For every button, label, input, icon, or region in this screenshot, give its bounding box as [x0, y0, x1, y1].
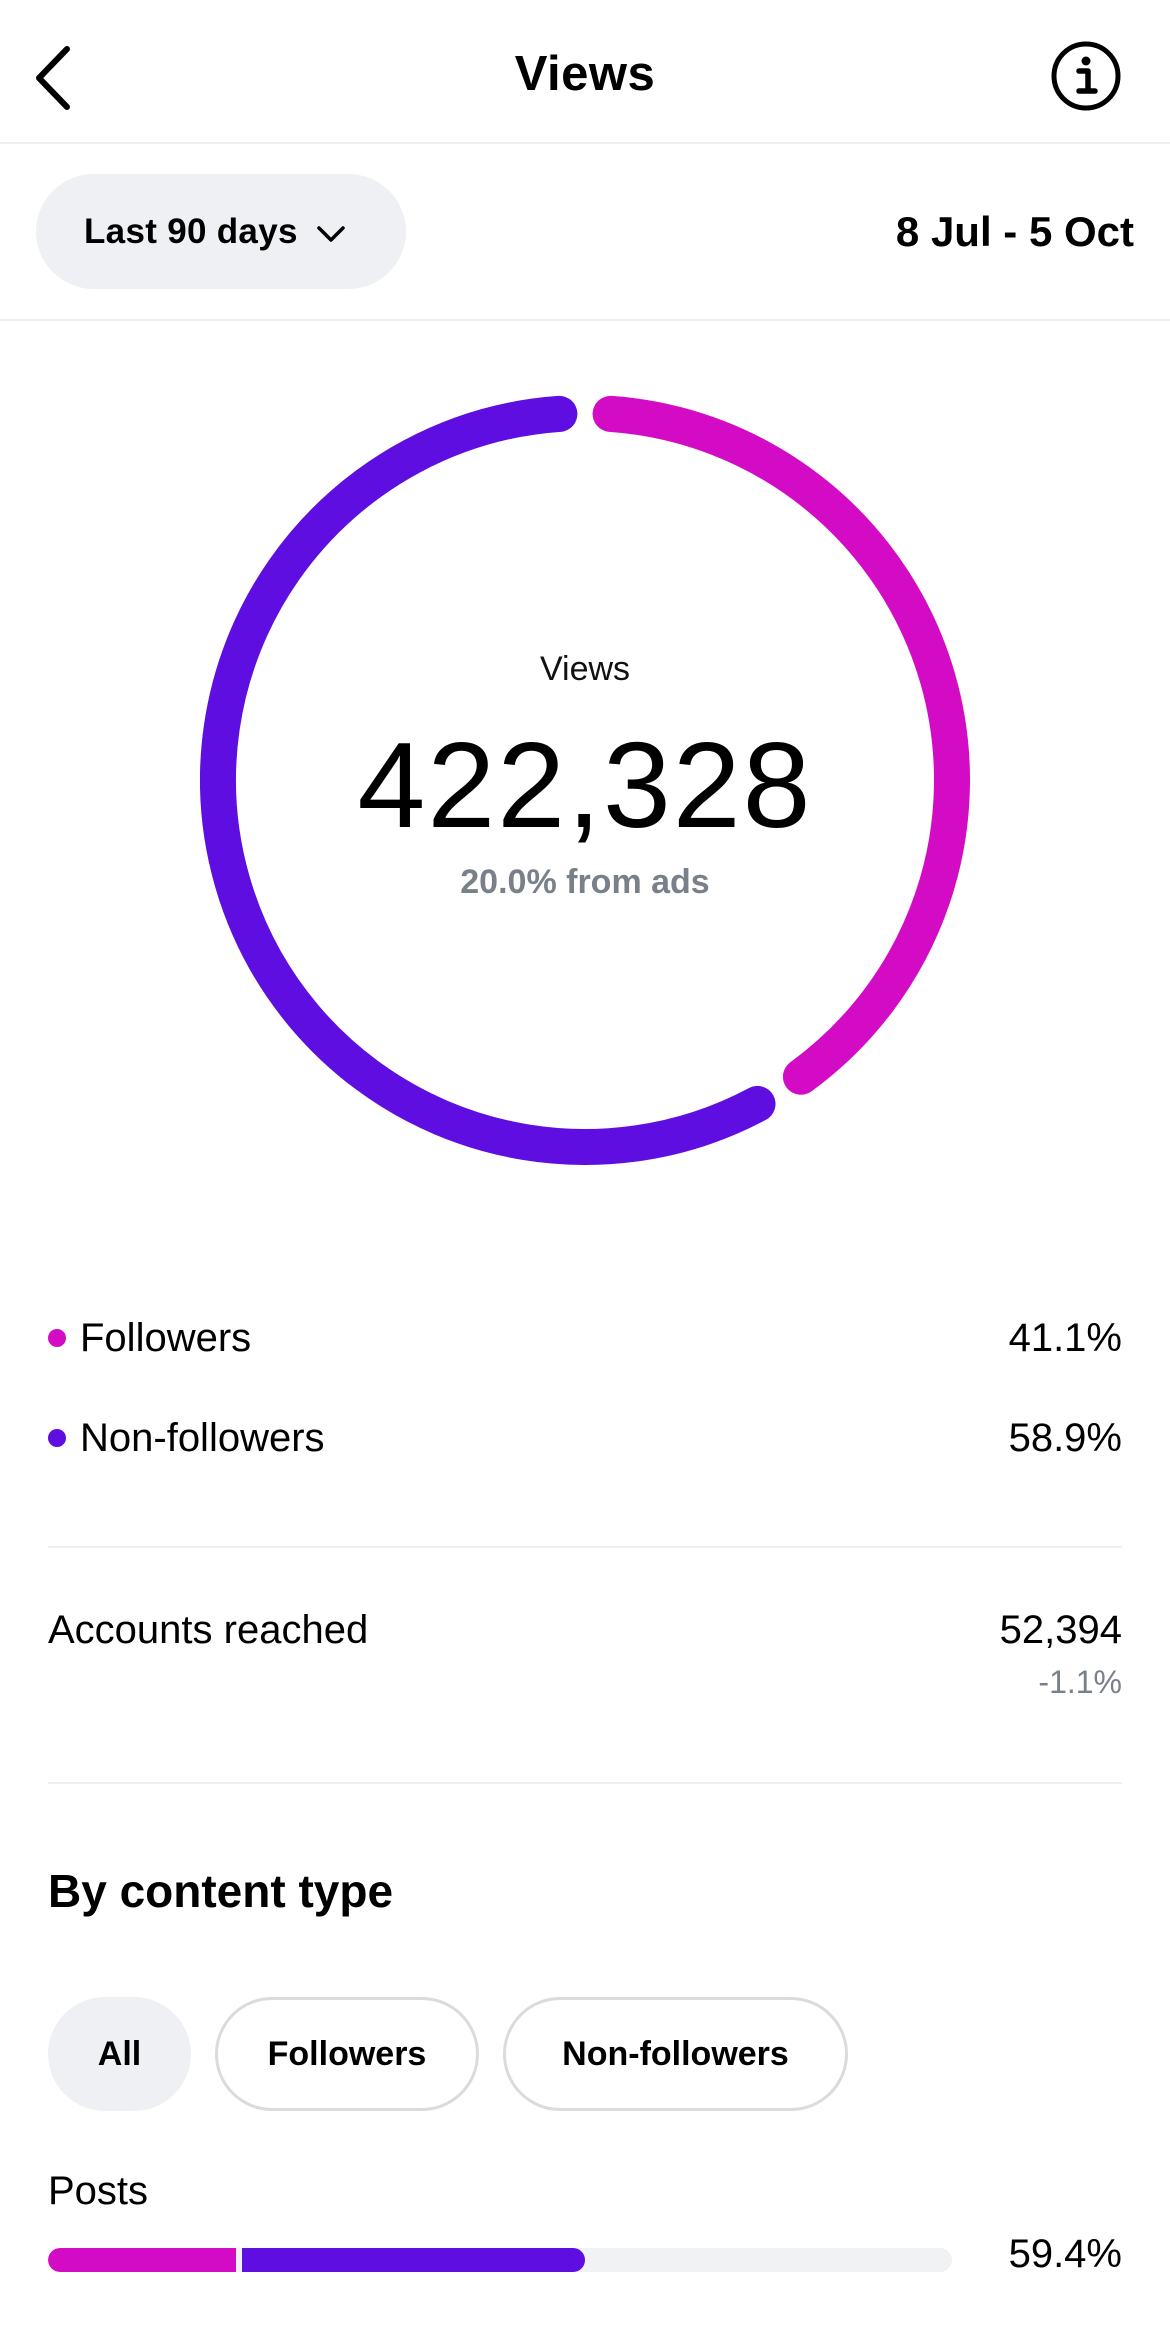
- top-bar: Views: [0, 0, 1170, 144]
- accounts-reached-label: Accounts reached: [48, 1608, 369, 1652]
- total-views-value: 422,328: [357, 717, 813, 853]
- date-range-dropdown-label: Last 90 days: [84, 211, 298, 251]
- accounts-reached-change: -1.1%: [1038, 1664, 1122, 1700]
- donut-center: Views 422,328 20.0% from ads: [200, 395, 970, 1165]
- posts-non-followers-segment: [242, 2248, 585, 2272]
- posts-bar: [48, 2248, 952, 2272]
- legend-value: 58.9%: [1008, 1415, 1122, 1460]
- posts-value: 59.4%: [1008, 2232, 1122, 2276]
- divider: [48, 1546, 1122, 1548]
- accounts-reached-value: 52,394: [999, 1608, 1122, 1652]
- legend-label: Non-followers: [80, 1415, 325, 1460]
- ads-share-text: 20.0% from ads: [460, 863, 710, 901]
- posts-label: Posts: [48, 2169, 149, 2213]
- donut-caption: Views: [539, 650, 631, 688]
- legend-value: 41.1%: [1008, 1315, 1122, 1360]
- divider: [48, 1782, 1122, 1784]
- non-followers-dot: [48, 1429, 66, 1447]
- chevron-down-icon: [316, 225, 345, 242]
- filter-bar: Last 90 days 8 Jul - 5 Oct: [0, 144, 1170, 321]
- views-donut-chart: Views 422,328 20.0% from ads: [200, 395, 970, 1165]
- section-title: By content type: [48, 1865, 394, 1917]
- info-button[interactable]: [1050, 40, 1122, 112]
- info-icon: [1051, 41, 1121, 111]
- legend-label: Followers: [80, 1315, 252, 1360]
- date-range-dropdown[interactable]: Last 90 days: [36, 174, 406, 289]
- page-title: Views: [514, 47, 656, 101]
- tab-followers[interactable]: Followers: [215, 1997, 479, 2111]
- legend-row-non-followers: Non-followers 58.9%: [48, 1408, 1122, 1468]
- followers-dot: [48, 1329, 66, 1347]
- posts-followers-segment: [48, 2248, 236, 2272]
- audience-filter-tabs: All Followers Non-followers: [48, 1997, 848, 2111]
- date-range-text: 8 Jul - 5 Oct: [895, 208, 1134, 255]
- tab-all[interactable]: All: [48, 1997, 191, 2111]
- legend-row-followers: Followers 41.1%: [48, 1308, 1122, 1368]
- tab-non-followers[interactable]: Non-followers: [503, 1997, 848, 2111]
